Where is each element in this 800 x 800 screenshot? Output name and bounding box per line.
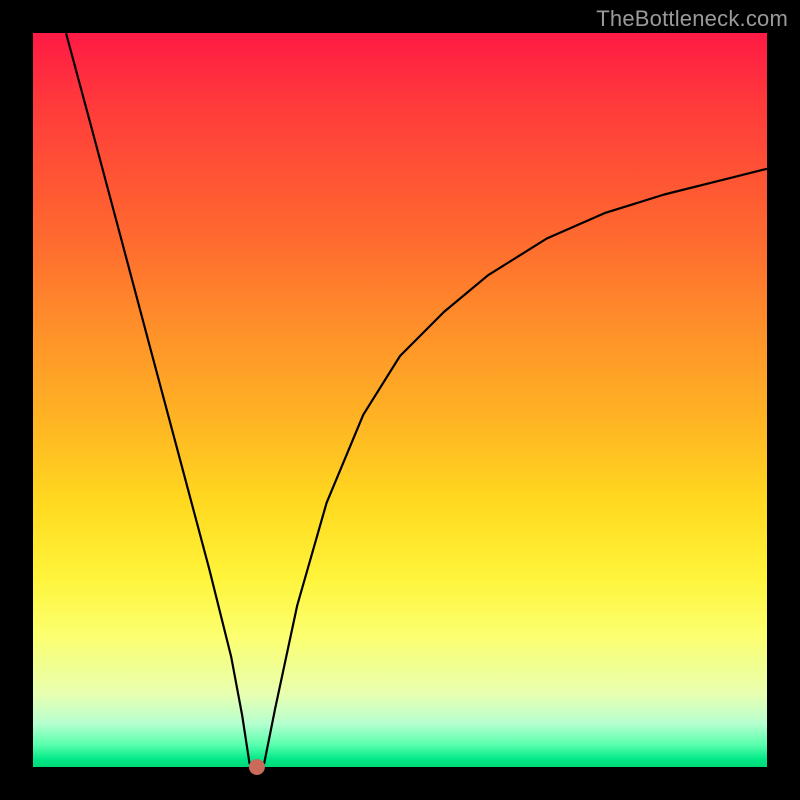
minimum-marker bbox=[249, 759, 265, 775]
plot-area bbox=[33, 33, 767, 767]
bottleneck-curve bbox=[33, 33, 767, 767]
watermark-text: TheBottleneck.com bbox=[596, 6, 788, 32]
chart-frame: TheBottleneck.com bbox=[0, 0, 800, 800]
curve-path bbox=[66, 33, 767, 765]
